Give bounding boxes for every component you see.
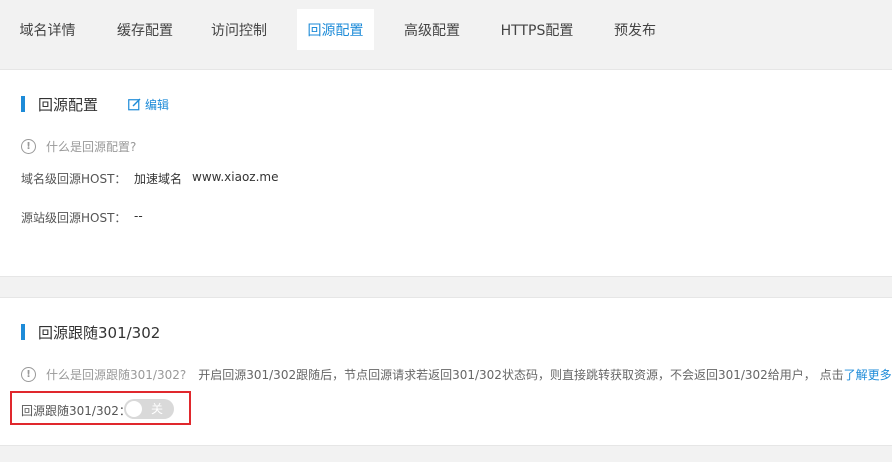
domain-host-type: 加速域名: [134, 172, 183, 186]
section-title: 回源跟随301/302: [38, 324, 161, 342]
site-host-value: --: [134, 209, 143, 223]
origin-config-card: 回源配置 编辑 ! 什么是回源配置? 域名级回源HOST： 加速域名 www.x…: [0, 69, 892, 277]
domain-host-value: www.xiaoz.me: [192, 170, 279, 184]
origin-help-text[interactable]: 什么是回源配置?: [46, 138, 136, 155]
highlight-box: [10, 391, 191, 425]
section-title: 回源配置: [38, 96, 99, 114]
learn-more-link[interactable]: 了解更多: [844, 366, 892, 383]
follow-help: ! 什么是回源跟随301/302? 开启回源301/302跟随后，节点回源请求若…: [21, 366, 892, 383]
tab-advanced-config[interactable]: 高级配置: [388, 9, 476, 50]
section-accent-bar: [21, 96, 25, 112]
origin-help: ! 什么是回源配置?: [21, 138, 136, 155]
follow-help-text[interactable]: 什么是回源跟随301/302?: [46, 366, 186, 383]
tab-access-control[interactable]: 访问控制: [195, 9, 283, 50]
section-accent-bar: [21, 324, 25, 340]
domain-host-label: 域名级回源HOST：: [21, 172, 127, 186]
info-icon: !: [21, 367, 36, 382]
tab-prerelease[interactable]: 预发布: [600, 9, 670, 50]
site-host-label: 源站级回源HOST：: [21, 211, 127, 225]
tab-bar: 域名详情 缓存配置 访问控制 回源配置 高级配置 HTTPS配置 预发布: [0, 0, 892, 50]
edit-label: 编辑: [145, 98, 170, 112]
tab-domain-details[interactable]: 域名详情: [0, 9, 95, 50]
tab-origin-config[interactable]: 回源配置: [297, 9, 374, 50]
edit-button[interactable]: 编辑: [128, 96, 169, 113]
tab-cache-config[interactable]: 缓存配置: [101, 9, 189, 50]
tab-https-config[interactable]: HTTPS配置: [486, 9, 588, 50]
follow-description: 开启回源301/302跟随后，节点回源请求若返回301/302状态码，则直接跳转…: [198, 368, 844, 382]
info-icon: !: [21, 139, 36, 154]
edit-icon: [128, 98, 141, 111]
